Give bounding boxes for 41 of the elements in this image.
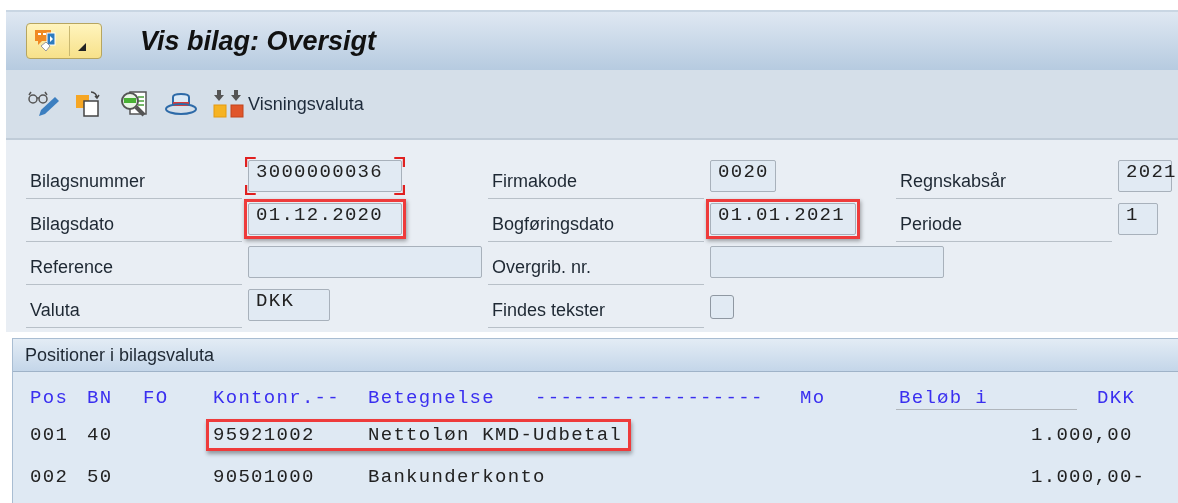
- hat-icon[interactable]: [164, 91, 198, 117]
- table-cell-text: 002: [30, 466, 70, 488]
- table-cell-text: 1.000,00-: [1031, 466, 1147, 488]
- checkbox[interactable]: [710, 294, 734, 319]
- table-cell: Bankunderkonto: [368, 466, 546, 488]
- field-label: Bilagsnummer: [26, 171, 242, 199]
- column-header: ------------------: [535, 387, 765, 409]
- column-header: FO: [143, 387, 170, 409]
- input-field[interactable]: 01.12.2020: [244, 198, 406, 239]
- table-cell-text: 90501000: [213, 466, 316, 488]
- field-label: Overgrib. nr.: [488, 257, 704, 285]
- display-currency-button[interactable]: Visningsvaluta: [212, 88, 364, 120]
- column-header: DKK: [1097, 387, 1137, 409]
- table-cell-text: 40: [87, 424, 114, 446]
- field-label: Valuta: [26, 300, 242, 328]
- caret-icon: [78, 43, 86, 51]
- field-label: Findes tekster: [488, 300, 704, 328]
- column-header: Mo: [800, 387, 827, 409]
- menu-button[interactable]: [26, 23, 102, 59]
- table-cell-text: 001: [30, 424, 70, 446]
- column-header: Pos: [30, 387, 70, 409]
- field-label: Regnskabsår: [896, 171, 1112, 199]
- glasses-pencil-icon[interactable]: [26, 89, 60, 119]
- column-header: BN: [87, 387, 114, 409]
- search-icon[interactable]: [118, 89, 150, 119]
- column-header: Betegnelse: [368, 387, 497, 409]
- panel-title: Positioner i bilagsvaluta: [13, 339, 1178, 372]
- field-label: Bogføringsdato: [488, 214, 704, 242]
- sort-icon: [212, 88, 246, 120]
- field-label: Periode: [896, 214, 1112, 242]
- field-label: Bilagsdato: [26, 214, 242, 242]
- input-field[interactable]: 01.01.2021: [706, 198, 860, 239]
- column-header: Beløb i: [896, 386, 1077, 410]
- table-cell-text: 95921002: [213, 424, 316, 446]
- table-cell-text: 50: [87, 466, 114, 488]
- window-title: Vis bilag: Oversigt: [140, 25, 377, 57]
- table-cell-text: 1.000,00: [1031, 424, 1134, 446]
- field-label: Firmakode: [488, 171, 704, 199]
- table-cell: Nettoløn KMD-Udbetal: [368, 424, 623, 446]
- field-label: Reference: [26, 257, 242, 285]
- column-header: Kontonr.--: [213, 387, 342, 409]
